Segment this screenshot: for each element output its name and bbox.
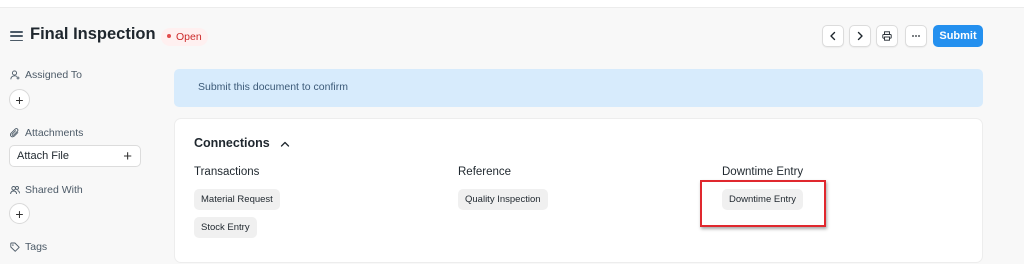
tags-label: Tags (10, 241, 47, 253)
next-button[interactable] (849, 25, 871, 47)
submit-alert: Submit this document to confirm (174, 69, 983, 107)
plus-icon: + (15, 205, 24, 222)
submit-button[interactable]: Submit (933, 25, 983, 47)
attachments-text: Attachments (25, 127, 84, 139)
downtime-entry-group-title: Downtime Entry (722, 166, 804, 178)
printer-icon (882, 31, 892, 41)
status-dot-icon (167, 34, 171, 39)
shared-with-label: Shared With (10, 184, 83, 196)
top-strip (0, 0, 1024, 8)
add-assignee-button[interactable]: + (9, 89, 30, 110)
print-button[interactable] (876, 25, 898, 47)
stock-entry-link[interactable]: Stock Entry (194, 217, 257, 238)
chevron-right-icon (857, 31, 863, 41)
attachments-label: Attachments (10, 127, 83, 139)
previous-button[interactable] (822, 25, 844, 47)
ellipsis-icon (912, 35, 920, 37)
connections-title: Connections (194, 136, 270, 150)
page-title: Final Inspection (30, 25, 156, 43)
connections-card (174, 118, 983, 263)
users-icon (10, 185, 20, 195)
shared-with-text: Shared With (25, 184, 83, 196)
transactions-group-title: Transactions (194, 166, 260, 178)
chevron-up-icon[interactable] (280, 140, 290, 148)
status-badge: Open (161, 28, 208, 46)
status-label: Open (176, 31, 202, 43)
add-share-button[interactable]: + (9, 203, 30, 224)
paperclip-icon (10, 128, 19, 138)
quality-inspection-link[interactable]: Quality Inspection (458, 189, 548, 210)
highlight-box (700, 180, 826, 227)
chevron-left-icon (830, 31, 836, 41)
tag-icon (10, 242, 20, 252)
reference-group-title: Reference (458, 166, 512, 178)
assigned-to-text: Assigned To (25, 69, 83, 81)
material-request-link[interactable]: Material Request (194, 189, 280, 210)
tags-text: Tags (25, 241, 48, 253)
plus-icon: + (15, 91, 24, 108)
assigned-to-label: Assigned To (10, 69, 82, 81)
attach-file-button[interactable]: Attach File + (9, 145, 141, 167)
user-icon (10, 70, 20, 80)
more-actions-button[interactable] (905, 25, 927, 47)
hamburger-icon[interactable] (10, 31, 23, 42)
plus-icon: + (123, 147, 132, 165)
attach-file-label: Attach File (17, 150, 69, 162)
